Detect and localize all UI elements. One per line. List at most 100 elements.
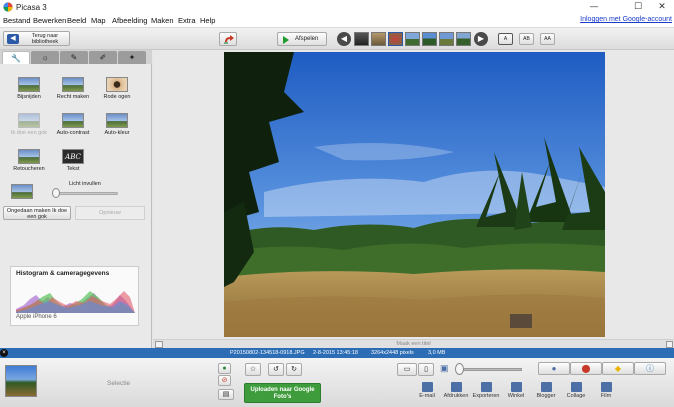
crop-tool[interactable]: Bijsnijden — [7, 77, 51, 100]
collage-label: Collage — [566, 393, 586, 399]
printer-icon — [450, 382, 462, 392]
text-tool[interactable]: ABC Tekst — [51, 149, 95, 172]
filmstrip-thumb-7[interactable] — [456, 32, 471, 46]
shop-action[interactable]: Winkel — [501, 382, 531, 399]
close-window-button[interactable]: ✕ — [648, 0, 674, 15]
zoom-slider[interactable] — [456, 368, 522, 371]
lucky-icon — [18, 113, 40, 128]
export-action[interactable]: Exporteren — [471, 382, 501, 399]
filmstrip-thumb-2[interactable] — [371, 32, 386, 46]
menu-help[interactable]: Help — [200, 16, 215, 25]
envelope-icon — [421, 382, 433, 392]
filmstrip-thumb-6[interactable] — [439, 32, 454, 46]
tab-effects-2[interactable]: ✐ — [89, 51, 117, 64]
eye-icon — [106, 77, 128, 92]
feeling-lucky-label: Ik doe een gok — [10, 130, 48, 136]
tray-thumbnail[interactable] — [5, 365, 37, 397]
view-mode-single-button[interactable]: ▭ — [397, 363, 417, 376]
effects-icon: ✦ — [128, 53, 136, 62]
rotate-right-button[interactable]: ↻ — [286, 363, 302, 376]
login-link[interactable]: Inloggen met Google-account — [580, 16, 672, 23]
next-photo-button[interactable]: ▶ — [474, 32, 488, 46]
redo-button[interactable]: Opnieuw — [75, 206, 145, 220]
play-button-label: Afspelen — [295, 36, 319, 42]
fill-light-slider-handle[interactable] — [52, 188, 60, 198]
close-icon[interactable]: × — [0, 349, 8, 357]
fill-light-slider[interactable] — [55, 192, 118, 195]
picasa-logo-icon — [3, 2, 13, 12]
window-title: Picasa 3 — [16, 3, 47, 12]
straighten-tool[interactable]: Recht maken — [51, 77, 95, 100]
upload-google-photos-button[interactable]: Uploaden naar Google Foto's — [244, 383, 321, 403]
tab-tuning[interactable]: ☼ — [31, 51, 59, 64]
tab-effects-1[interactable]: ✎ — [60, 51, 88, 64]
print-action[interactable]: Afdrukken — [441, 382, 471, 399]
text-icon: ABC — [62, 149, 84, 164]
menu-afbeelding[interactable]: Afbeelding — [112, 16, 147, 25]
location-button[interactable]: ⬤ — [570, 362, 602, 375]
email-action[interactable]: E-mail — [412, 382, 442, 399]
auto-contrast-tool[interactable]: Auto-contrast — [51, 113, 95, 136]
camera-model: Apple iPhone 6 — [16, 314, 57, 320]
email-label: E-mail — [419, 393, 435, 399]
brush-icon: ✎ — [70, 53, 78, 62]
properties-button[interactable]: ⓘ — [634, 362, 666, 375]
filmstrip-thumb-5[interactable] — [422, 32, 437, 46]
feeling-lucky-tool[interactable]: Ik doe een gok — [7, 113, 51, 136]
movie-label: Film — [600, 393, 612, 399]
filmstrip-thumb-4[interactable] — [405, 32, 420, 46]
tab-effects-3[interactable]: ✦ — [118, 51, 146, 64]
caption-bar[interactable]: Maak een titel — [153, 339, 674, 348]
clear-tray-button[interactable]: ⊘ — [218, 375, 231, 386]
menu-bestand[interactable]: Bestand — [3, 16, 31, 25]
wrench-icon: 🔧 — [11, 54, 21, 63]
arrow-left-icon: ◀ — [7, 34, 19, 44]
album-icon: ▤ — [222, 391, 230, 398]
view-mode-split-button[interactable]: ▯ — [418, 363, 434, 376]
play-slideshow-button[interactable]: Afspelen — [277, 32, 327, 46]
view-duplicate-button[interactable]: AA — [540, 33, 555, 45]
fill-light-tool[interactable] — [7, 184, 37, 199]
redeye-tool[interactable]: Rode ogen — [95, 77, 139, 100]
menu-extra[interactable]: Extra — [178, 16, 196, 25]
redeye-label: Rode ogen — [103, 94, 131, 100]
view-compare-button[interactable]: AB — [519, 33, 534, 45]
blogger-action[interactable]: Blogger — [531, 382, 561, 399]
star-button[interactable]: ☆ — [245, 363, 261, 376]
menu-maken[interactable]: Maken — [151, 16, 174, 25]
filmstrip-thumb-1[interactable] — [354, 32, 369, 46]
tags-button[interactable]: ◆ — [602, 362, 634, 375]
retouch-icon — [18, 149, 40, 164]
undo-button[interactable]: Ongedaan maken Ik doe een gok — [3, 206, 71, 220]
menu-map[interactable]: Map — [91, 16, 106, 25]
toolbar: ◀ Terug naar bibliotheek Afspelen ◀ ▶ A … — [0, 28, 674, 50]
caption-expand-icon[interactable] — [666, 341, 673, 348]
contrast-icon — [62, 113, 84, 128]
rotate-share-button[interactable] — [219, 32, 237, 46]
collage-action[interactable]: Collage — [561, 382, 591, 399]
collage-icon — [570, 382, 582, 392]
sun-icon: ☼ — [41, 53, 49, 62]
back-to-library-button[interactable]: ◀ Terug naar bibliotheek — [3, 31, 70, 46]
previous-photo-button[interactable]: ◀ — [337, 32, 351, 46]
rotate-left-button[interactable]: ↺ — [268, 363, 284, 376]
main-photo[interactable] — [224, 52, 605, 337]
filmstrip-thumb-3[interactable] — [388, 32, 403, 46]
caption-placeholder: Maak een titel — [396, 341, 431, 347]
minimize-button[interactable]: — — [580, 0, 608, 15]
export-label: Exporteren — [472, 393, 500, 399]
zoom-slider-handle[interactable] — [455, 363, 464, 375]
menu-beeld[interactable]: Beeld — [67, 16, 86, 25]
edit-tabs: 🔧 ☼ ✎ ✐ ✦ — [0, 50, 152, 64]
movie-action[interactable]: Film — [591, 382, 621, 399]
hold-pin-button[interactable]: ● — [218, 363, 231, 374]
tab-basic-fixes[interactable]: 🔧 — [2, 51, 30, 64]
menu-bewerken[interactable]: Bewerken — [33, 16, 66, 25]
people-button[interactable]: ● — [538, 362, 570, 375]
pin-icon: ● — [222, 365, 227, 372]
photo-dimensions: 3264x2448 pixels — [371, 350, 414, 356]
auto-color-tool[interactable]: Auto-kleur — [95, 113, 139, 136]
view-single-button[interactable]: A — [498, 33, 513, 45]
tray-menu-button[interactable]: ▤ — [218, 389, 234, 400]
retouch-tool[interactable]: Retoucheren — [7, 149, 51, 172]
